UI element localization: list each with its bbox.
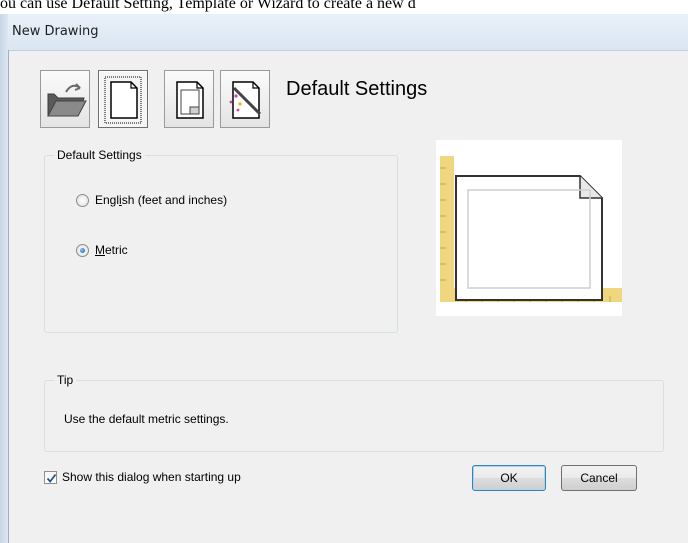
radio-metric-label: Metric [95, 243, 128, 257]
wizard-page-icon [229, 81, 262, 119]
blank-page-icon [104, 76, 142, 124]
tip-legend: Tip [54, 373, 77, 387]
open-drawing-button[interactable] [40, 70, 90, 128]
default-settings-button[interactable] [98, 70, 148, 128]
title-bar: New Drawing [0, 14, 688, 51]
window-frame [0, 14, 9, 543]
radio-english-button[interactable] [76, 193, 89, 207]
folder-open-icon [47, 83, 87, 117]
radio-metric-button[interactable] [76, 243, 89, 257]
show-dialog-checkbox-row[interactable]: Show this dialog when starting up [44, 470, 241, 484]
background-document-text: ou can use Default Setting, Template or … [0, 0, 416, 12]
drawing-preview [436, 140, 622, 316]
radio-english[interactable]: English (feet and inches) [76, 193, 227, 207]
show-dialog-label: Show this dialog when starting up [62, 470, 241, 484]
page-title: Default Settings [286, 78, 428, 100]
radio-metric[interactable]: Metric [76, 243, 128, 257]
page-ruler-illustration [440, 156, 622, 302]
tip-text: Use the default metric settings. [64, 412, 229, 426]
template-button[interactable] [164, 70, 214, 128]
radio-english-label: English (feet and inches) [95, 193, 228, 207]
checkmark-icon [46, 473, 57, 483]
show-dialog-checkbox[interactable] [44, 470, 57, 484]
default-settings-legend: Default Settings [54, 148, 145, 162]
cancel-button[interactable]: Cancel [561, 465, 637, 491]
ok-button[interactable]: OK [472, 465, 546, 491]
window-title: New Drawing [12, 24, 99, 39]
template-page-icon [176, 81, 204, 119]
wizard-button[interactable] [220, 70, 270, 128]
